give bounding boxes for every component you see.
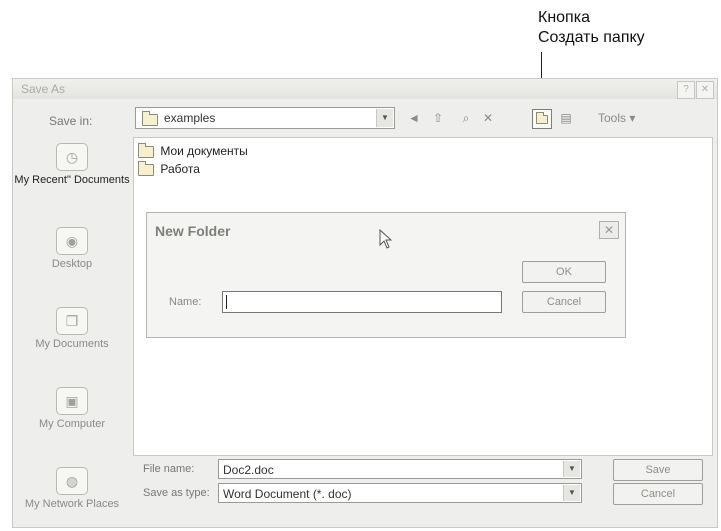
file-name-input[interactable]: Doc2.doc ▼ bbox=[218, 459, 582, 479]
search-web-button[interactable]: ⌕ bbox=[457, 109, 475, 127]
desktop-icon: ◉ bbox=[56, 227, 88, 255]
title-bar: Save As ? ✕ bbox=[13, 79, 717, 99]
callout-line-1: Кнопка bbox=[538, 9, 590, 26]
place-label: My Network Places bbox=[24, 498, 120, 510]
save-as-type-dropdown[interactable]: Word Document (*. doc) ▼ bbox=[218, 483, 582, 503]
folder-icon bbox=[138, 142, 154, 158]
help-button[interactable]: ? bbox=[677, 81, 695, 99]
place-label: Desktop bbox=[51, 258, 93, 270]
place-desktop[interactable]: ◉ Desktop bbox=[13, 227, 131, 270]
views-button[interactable]: ▤ bbox=[557, 109, 575, 127]
chevron-down-icon[interactable]: ▼ bbox=[376, 109, 393, 127]
place-my-recent-documents[interactable]: ◷ My Recent" Documents bbox=[13, 143, 131, 186]
tools-label: Tools bbox=[598, 111, 627, 125]
place-label: My Computer bbox=[38, 418, 106, 430]
place-my-documents[interactable]: ❐ My Documents bbox=[13, 307, 131, 350]
tools-menu[interactable]: Tools ▾ bbox=[598, 109, 648, 127]
delete-button[interactable]: ✕ bbox=[479, 109, 497, 127]
mouse-pointer-icon bbox=[379, 229, 393, 249]
save-in-label: Save in: bbox=[49, 114, 93, 128]
save-as-type-label: Save as type: bbox=[143, 487, 210, 499]
cancel-button[interactable]: Cancel bbox=[522, 291, 606, 313]
ok-button[interactable]: OK bbox=[522, 261, 606, 283]
callout-label: Кнопка Создать папку bbox=[538, 8, 645, 48]
my-computer-icon: ▣ bbox=[56, 387, 88, 415]
save-in-value: examples bbox=[164, 111, 216, 125]
place-my-computer[interactable]: ▣ My Computer bbox=[13, 387, 131, 430]
back-button[interactable]: ◄ bbox=[405, 109, 423, 127]
new-folder-dialog: New Folder ✕ Name: OK Cancel bbox=[146, 212, 626, 338]
list-item[interactable]: Мои документы bbox=[138, 142, 248, 158]
folder-icon bbox=[138, 160, 154, 176]
place-label: My Recent" Documents bbox=[14, 174, 130, 186]
recent-documents-icon: ◷ bbox=[56, 143, 88, 171]
file-name-value: Doc2.doc bbox=[223, 463, 274, 477]
callout-line-2: Создать папку bbox=[538, 29, 645, 46]
my-documents-icon: ❐ bbox=[56, 307, 88, 335]
place-label: My Documents bbox=[35, 338, 109, 350]
places-bar: ◷ My Recent" Documents ◉ Desktop ❐ My Do… bbox=[13, 135, 131, 529]
close-icon[interactable]: ✕ bbox=[599, 221, 619, 239]
folder-icon bbox=[142, 111, 158, 126]
up-folder-button[interactable]: ⇧ bbox=[429, 109, 447, 127]
save-in-dropdown[interactable]: examples ▼ bbox=[135, 107, 395, 129]
close-button[interactable]: ✕ bbox=[696, 81, 714, 99]
file-list[interactable]: Мои документы Работа New Folder ✕ Name: … bbox=[133, 137, 713, 456]
new-folder-icon bbox=[536, 112, 548, 125]
window-title: Save As bbox=[21, 82, 66, 96]
file-name-text: Мои документы bbox=[160, 144, 248, 158]
place-my-network-places[interactable]: ◍ My Network Places bbox=[13, 467, 131, 510]
folder-name-input[interactable] bbox=[222, 291, 502, 313]
file-name-text: Работа bbox=[160, 162, 200, 176]
list-item[interactable]: Работа bbox=[138, 160, 200, 176]
name-label: Name: bbox=[169, 296, 202, 308]
save-button[interactable]: Save bbox=[613, 459, 703, 481]
save-as-type-value: Word Document (*. doc) bbox=[223, 487, 352, 501]
new-folder-title: New Folder bbox=[155, 223, 231, 239]
cancel-dialog-button[interactable]: Cancel bbox=[613, 483, 703, 505]
chevron-down-icon[interactable]: ▼ bbox=[563, 461, 580, 477]
save-as-dialog: Save As ? ✕ Save in: examples ▼ ◄ ⇧ ⌕ ✕ … bbox=[12, 78, 718, 528]
text-caret bbox=[226, 295, 227, 309]
chevron-down-icon[interactable]: ▼ bbox=[563, 485, 580, 501]
network-places-icon: ◍ bbox=[56, 467, 88, 495]
create-new-folder-button[interactable] bbox=[532, 109, 552, 129]
file-name-label: File name: bbox=[143, 463, 195, 475]
